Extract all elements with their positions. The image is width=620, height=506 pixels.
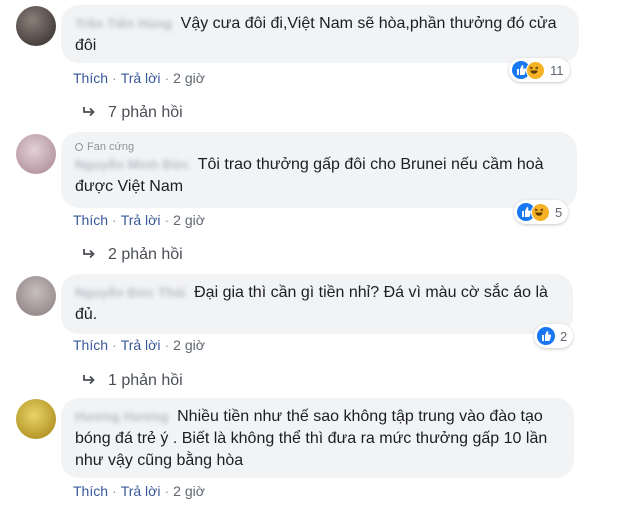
- comment-text-line: Nguyễn Minh Đức Tôi trao thưởng gấp đôi …: [75, 154, 565, 198]
- comment-author[interactable]: Trần Tiến Hùng: [75, 16, 172, 31]
- reaction-summary[interactable]: 5: [514, 200, 569, 224]
- comment-text-line: Hương Hương Nhiều tiền như thế sao không…: [75, 406, 562, 472]
- comment-bubble: Hương Hương Nhiều tiền như thế sao không…: [61, 398, 574, 478]
- comment-time[interactable]: 2 giờ: [173, 212, 205, 228]
- like-link[interactable]: Thích: [73, 483, 108, 499]
- comment-text-line: Trần Tiến Hùng Vậy cưa đôi đi,Việt Nam s…: [75, 13, 567, 57]
- fan-badge: Fan cứng: [75, 141, 565, 153]
- reply-link[interactable]: Trả lời: [121, 483, 161, 499]
- reply-link[interactable]: Trả lời: [121, 212, 161, 228]
- badge-icon: [75, 143, 83, 151]
- avatar[interactable]: [16, 134, 56, 174]
- reaction-count: 5: [555, 204, 563, 220]
- comment-text-line: Nguyễn Đức Thái Đại gia thì cần gì tiền …: [75, 282, 561, 326]
- replies-count-label: 2 phản hồi: [108, 246, 183, 263]
- like-reaction-icon: [537, 327, 555, 345]
- reply-arrow-icon: [83, 107, 95, 117]
- reply-arrow-icon: [83, 249, 95, 259]
- comment-author[interactable]: Nguyễn Minh Đức: [75, 157, 189, 172]
- comment-actions: Thích · Trả lời · 2 giờ: [73, 337, 205, 353]
- comment-time[interactable]: 2 giờ: [173, 70, 205, 86]
- like-link[interactable]: Thích: [73, 337, 108, 353]
- reaction-count: 2: [560, 328, 568, 344]
- comment-actions: Thích · Trả lời · 2 giờ: [73, 212, 205, 228]
- reply-link[interactable]: Trả lời: [121, 70, 161, 86]
- comment-bubble: Nguyễn Đức Thái Đại gia thì cần gì tiền …: [61, 274, 573, 334]
- replies-count-label: 1 phản hồi: [108, 372, 183, 389]
- avatar[interactable]: [16, 276, 56, 316]
- view-replies-link[interactable]: 7 phản hồi: [82, 104, 183, 122]
- reaction-summary[interactable]: 2: [534, 324, 574, 348]
- comment-bubble: Fan cứng Nguyễn Minh Đức Tôi trao thưởng…: [61, 132, 577, 208]
- like-link[interactable]: Thích: [73, 70, 108, 86]
- like-link[interactable]: Thích: [73, 212, 108, 228]
- comment-time[interactable]: 2 giờ: [173, 483, 205, 499]
- reply-link[interactable]: Trả lời: [121, 337, 161, 353]
- view-replies-link[interactable]: 2 phản hồi: [82, 246, 183, 264]
- replies-count-label: 7 phản hồi: [108, 104, 183, 121]
- haha-reaction-icon: [531, 202, 550, 222]
- reaction-count: 11: [550, 62, 564, 78]
- avatar[interactable]: [16, 399, 56, 439]
- comment-author[interactable]: Nguyễn Đức Thái: [75, 285, 186, 300]
- view-replies-link[interactable]: 1 phản hồi: [82, 372, 183, 390]
- avatar[interactable]: [16, 6, 56, 46]
- comment-bubble: Trần Tiến Hùng Vậy cưa đôi đi,Việt Nam s…: [61, 5, 579, 63]
- comment-actions: Thích · Trả lời · 2 giờ: [73, 483, 205, 499]
- reply-arrow-icon: [83, 375, 95, 385]
- haha-reaction-icon: [526, 60, 545, 80]
- comment-actions: Thích · Trả lời · 2 giờ: [73, 70, 205, 86]
- reaction-summary[interactable]: 11: [509, 58, 570, 82]
- comment-author[interactable]: Hương Hương: [75, 409, 169, 424]
- comment-time[interactable]: 2 giờ: [173, 337, 205, 353]
